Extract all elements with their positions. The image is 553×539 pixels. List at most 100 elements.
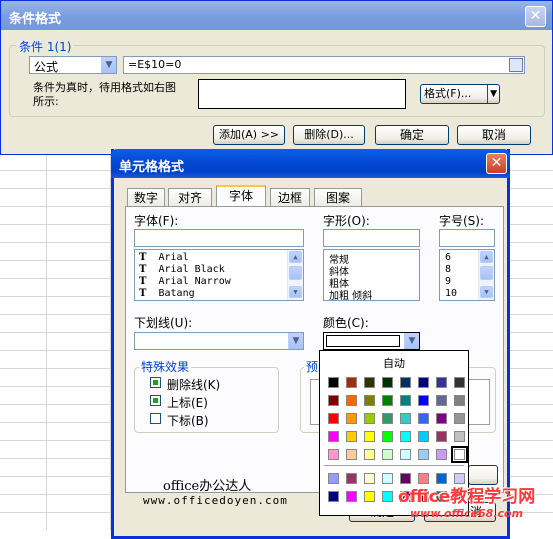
color-swatch-option[interactable]: [382, 491, 393, 502]
chevron-down-icon[interactable]: ▼: [101, 57, 116, 73]
list-item[interactable]: T Arial Black: [139, 264, 225, 275]
color-swatch-option[interactable]: [382, 395, 393, 406]
color-swatch-option[interactable]: [364, 491, 375, 502]
font-list-scrollbar[interactable]: ▲ ▼: [287, 250, 303, 300]
color-swatch-option[interactable]: [364, 431, 375, 442]
formula-input[interactable]: =E$10=0: [123, 56, 525, 74]
format-cells-titlebar[interactable]: 单元格格式: [111, 149, 510, 178]
chevron-down-icon[interactable]: ▼: [404, 333, 419, 349]
list-item[interactable]: 6: [445, 252, 451, 263]
size-list[interactable]: 6 8 9 10 ▲ ▼: [439, 249, 495, 301]
delete-button[interactable]: 删除(D)...: [293, 125, 365, 145]
color-swatch-option[interactable]: [328, 473, 339, 484]
color-swatch-option[interactable]: [400, 449, 411, 460]
list-item[interactable]: T Arial Narrow: [139, 276, 231, 287]
color-swatch-option[interactable]: [400, 413, 411, 424]
scroll-up-icon[interactable]: ▲: [480, 251, 493, 263]
color-swatch-option[interactable]: [436, 449, 447, 460]
color-swatch-option[interactable]: [382, 413, 393, 424]
color-swatch-option[interactable]: [400, 395, 411, 406]
color-swatch-option[interactable]: [454, 377, 465, 388]
chevron-down-icon[interactable]: ▼: [288, 333, 303, 349]
color-swatch-option[interactable]: [436, 377, 447, 388]
conditional-format-titlebar[interactable]: 条件格式: [1, 1, 552, 30]
list-item[interactable]: T Batang: [139, 288, 195, 299]
tab-alignment[interactable]: 对齐: [168, 188, 212, 206]
auto-color-option[interactable]: 自动: [320, 355, 468, 371]
color-swatch-option[interactable]: [346, 431, 357, 442]
color-swatch-option[interactable]: [418, 431, 429, 442]
format-button[interactable]: 格式(F)... ▼: [420, 84, 500, 104]
color-swatch-option[interactable]: [436, 431, 447, 442]
color-swatch-option[interactable]: [382, 449, 393, 460]
color-swatch-option[interactable]: [328, 431, 339, 442]
color-swatch-option[interactable]: [364, 449, 375, 460]
font-list[interactable]: T Arial T Arial Black T Arial Narrow T B…: [134, 249, 304, 301]
list-item[interactable]: 9: [445, 276, 451, 287]
color-swatch-option[interactable]: [346, 413, 357, 424]
color-swatch-option[interactable]: [346, 395, 357, 406]
strikethrough-checkbox[interactable]: 删除线(K): [150, 376, 270, 392]
color-swatch-option[interactable]: [454, 413, 465, 424]
color-swatch-option[interactable]: [418, 449, 429, 460]
color-swatch-option[interactable]: [364, 377, 375, 388]
color-swatch-option[interactable]: [328, 491, 339, 502]
ok-button[interactable]: 确定: [375, 125, 449, 145]
color-swatch-option[interactable]: [454, 431, 465, 442]
color-swatch-option[interactable]: [328, 395, 339, 406]
color-swatch-option[interactable]: [328, 377, 339, 388]
scroll-down-icon[interactable]: ▼: [289, 286, 302, 298]
color-swatch-option[interactable]: [436, 413, 447, 424]
color-swatch-option[interactable]: [364, 395, 375, 406]
tab-font[interactable]: 字体: [216, 185, 266, 207]
subscript-checkbox[interactable]: 下标(B): [150, 412, 270, 428]
add-button[interactable]: 添加(A) >>: [213, 125, 285, 145]
list-item[interactable]: 加粗 倾斜: [329, 287, 372, 302]
color-swatch-option[interactable]: [400, 431, 411, 442]
color-swatch-option[interactable]: [382, 377, 393, 388]
tab-pattern[interactable]: 图案: [314, 188, 362, 206]
color-swatch-option[interactable]: [346, 449, 357, 460]
scroll-thumb[interactable]: [480, 266, 493, 280]
superscript-checkbox[interactable]: 上标(E): [150, 394, 270, 410]
color-swatch-option[interactable]: [418, 395, 429, 406]
font-input[interactable]: [134, 229, 304, 247]
color-swatch-option[interactable]: [418, 413, 429, 424]
color-select[interactable]: ▼: [323, 332, 420, 350]
cancel-button[interactable]: 取消: [457, 125, 531, 145]
checkbox[interactable]: [150, 413, 161, 424]
list-item[interactable]: 10: [445, 288, 457, 299]
scroll-down-icon[interactable]: ▼: [480, 286, 493, 298]
scroll-up-icon[interactable]: ▲: [289, 251, 302, 263]
scroll-thumb[interactable]: [289, 266, 302, 280]
list-item[interactable]: T Arial: [139, 252, 189, 263]
color-swatch-option[interactable]: [346, 377, 357, 388]
tab-number[interactable]: 数字: [127, 188, 165, 206]
checkbox[interactable]: [150, 377, 161, 388]
color-swatch-option[interactable]: [346, 491, 357, 502]
range-select-icon[interactable]: [509, 58, 523, 72]
color-swatch-option[interactable]: [436, 395, 447, 406]
color-swatch-option[interactable]: [382, 473, 393, 484]
color-swatch-option[interactable]: [400, 377, 411, 388]
style-input[interactable]: [323, 229, 420, 247]
size-input[interactable]: [439, 229, 495, 247]
conditional-format-close-button[interactable]: ✕: [525, 6, 546, 27]
color-swatch-option[interactable]: [328, 413, 339, 424]
color-swatch-option[interactable]: [451, 446, 468, 463]
color-swatch-option[interactable]: [364, 413, 375, 424]
format-cells-close-button[interactable]: ✕: [486, 153, 507, 174]
style-list[interactable]: 常规 斜体 粗体 加粗 倾斜: [323, 249, 420, 302]
color-swatch-option[interactable]: [454, 395, 465, 406]
underline-select[interactable]: ▼: [134, 332, 304, 350]
size-list-scrollbar[interactable]: ▲ ▼: [478, 250, 494, 300]
tab-border[interactable]: 边框: [270, 188, 310, 206]
condition-type-select[interactable]: 公式 ▼: [29, 56, 117, 74]
color-swatch-option[interactable]: [346, 473, 357, 484]
color-swatch-option[interactable]: [382, 431, 393, 442]
color-swatch-option[interactable]: [364, 473, 375, 484]
color-swatch-option[interactable]: [328, 449, 339, 460]
checkbox[interactable]: [150, 395, 161, 406]
color-swatch-option[interactable]: [418, 377, 429, 388]
list-item[interactable]: 8: [445, 264, 451, 275]
